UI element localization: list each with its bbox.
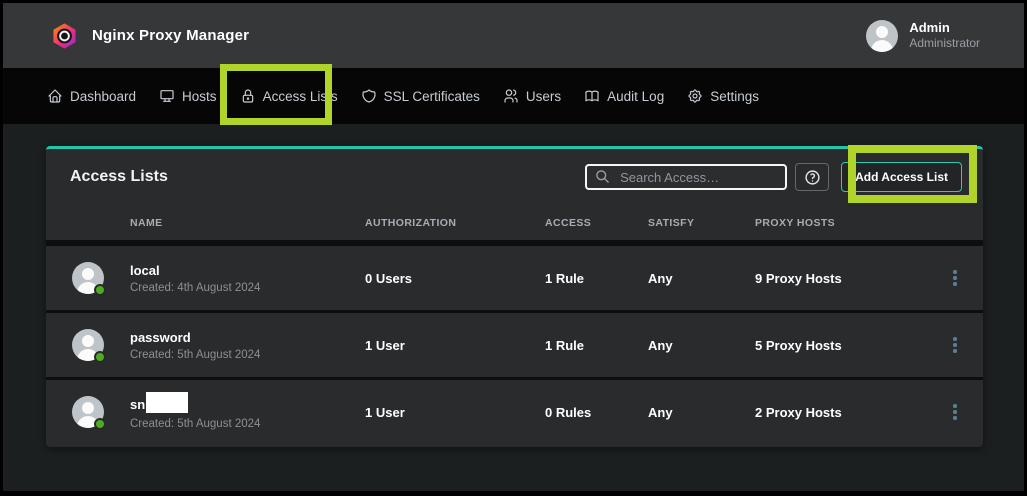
row-avatar xyxy=(72,396,104,428)
brand-link[interactable]: Nginx Proxy Manager xyxy=(51,22,249,50)
nav-item-users[interactable]: Users xyxy=(503,88,561,104)
nav-item-access-lists[interactable]: Access Lists xyxy=(240,88,338,104)
table-header-row: NAME AUTHORIZATION ACCESS SATISFY PROXY … xyxy=(46,205,983,240)
access-cell: 0 Rules xyxy=(545,405,648,420)
shield-icon xyxy=(361,88,377,104)
app-title: Nginx Proxy Manager xyxy=(92,27,249,44)
home-icon xyxy=(47,88,63,104)
redaction-box xyxy=(146,392,188,413)
panel-title: Access Lists xyxy=(70,168,168,186)
access-list-name: password xyxy=(130,329,191,346)
status-online-dot xyxy=(94,351,106,363)
panel-header: Access Lists Add Access List xyxy=(46,149,983,205)
satisfy-cell: Any xyxy=(648,271,755,286)
nav-item-hosts[interactable]: Hosts xyxy=(159,88,217,104)
nav-item-audit-log[interactable]: Audit Log xyxy=(584,88,664,104)
kebab-icon xyxy=(953,270,957,274)
nav-item-ssl-certificates[interactable]: SSL Certificates xyxy=(361,88,480,104)
help-icon xyxy=(804,169,821,186)
authorization-cell: 1 User xyxy=(365,405,545,420)
nav-label: Settings xyxy=(710,89,759,104)
nav-label: Dashboard xyxy=(70,89,136,104)
user-avatar xyxy=(866,20,898,52)
column-header-proxy-hosts: PROXY HOSTS xyxy=(755,217,948,229)
search-box xyxy=(585,164,787,190)
nav-label: Audit Log xyxy=(607,89,664,104)
row-avatar xyxy=(72,329,104,361)
help-button[interactable] xyxy=(795,163,829,191)
row-avatar xyxy=(72,262,104,294)
proxy-hosts-cell: 9 Proxy Hosts xyxy=(755,271,948,286)
book-icon xyxy=(584,88,600,104)
created-date: Created: 4th August 2024 xyxy=(130,282,365,294)
created-date: Created: 5th August 2024 xyxy=(130,418,365,430)
column-header-name: NAME xyxy=(130,217,365,229)
column-header-satisfy: SATISFY xyxy=(648,217,755,229)
kebab-icon xyxy=(953,337,957,341)
access-lists-panel: Access Lists Add Access List NAME AUTHOR… xyxy=(46,146,983,447)
authorization-cell: 1 User xyxy=(365,338,545,353)
app-window: Nginx Proxy Manager Admin Administrator … xyxy=(0,0,1027,496)
column-header-access: ACCESS xyxy=(545,217,648,229)
nav-item-dashboard[interactable]: Dashboard xyxy=(47,88,136,104)
access-list-name: local xyxy=(130,262,160,279)
proxy-hosts-cell: 5 Proxy Hosts xyxy=(755,338,948,353)
column-header-authorization: AUTHORIZATION xyxy=(365,217,545,229)
nav-label: Access Lists xyxy=(263,89,338,104)
row-menu-button[interactable] xyxy=(948,264,962,292)
main-nav: Dashboard Hosts Access Lists SSL Certifi… xyxy=(3,68,1024,124)
gear-icon xyxy=(687,88,703,104)
authorization-cell: 0 Users xyxy=(365,271,545,286)
panel-actions: Add Access List xyxy=(585,162,962,192)
table-row: sn Created: 5th August 2024 1 User 0 Rul… xyxy=(46,380,983,444)
nav-label: Users xyxy=(526,89,561,104)
add-access-list-button[interactable]: Add Access List xyxy=(841,162,962,192)
status-online-dot xyxy=(94,418,106,430)
app-logo-icon xyxy=(51,22,78,50)
table-row: password Created: 5th August 2024 1 User… xyxy=(46,313,983,377)
satisfy-cell: Any xyxy=(648,338,755,353)
nav-label: Hosts xyxy=(182,89,217,104)
users-icon xyxy=(503,88,519,104)
content-area: Access Lists Add Access List NAME AUTHOR… xyxy=(3,124,1024,491)
created-date: Created: 5th August 2024 xyxy=(130,349,365,361)
proxy-hosts-cell: 2 Proxy Hosts xyxy=(755,405,948,420)
nav-label: SSL Certificates xyxy=(384,89,480,104)
search-input[interactable] xyxy=(585,164,787,190)
nav-item-settings[interactable]: Settings xyxy=(687,88,759,104)
lock-icon xyxy=(240,88,256,104)
access-cell: 1 Rule xyxy=(545,338,648,353)
kebab-icon xyxy=(953,404,957,408)
monitor-icon xyxy=(159,88,175,104)
row-menu-button[interactable] xyxy=(948,398,962,426)
status-online-dot xyxy=(94,284,106,296)
app-header: Nginx Proxy Manager Admin Administrator xyxy=(3,3,1024,68)
user-name: Admin xyxy=(909,20,980,36)
access-list-name: sn xyxy=(130,396,145,413)
access-cell: 1 Rule xyxy=(545,271,648,286)
row-menu-button[interactable] xyxy=(948,331,962,359)
table-row: local Created: 4th August 2024 0 Users 1… xyxy=(46,246,983,310)
satisfy-cell: Any xyxy=(648,405,755,420)
user-menu[interactable]: Admin Administrator xyxy=(866,20,980,52)
user-role: Administrator xyxy=(909,36,980,51)
